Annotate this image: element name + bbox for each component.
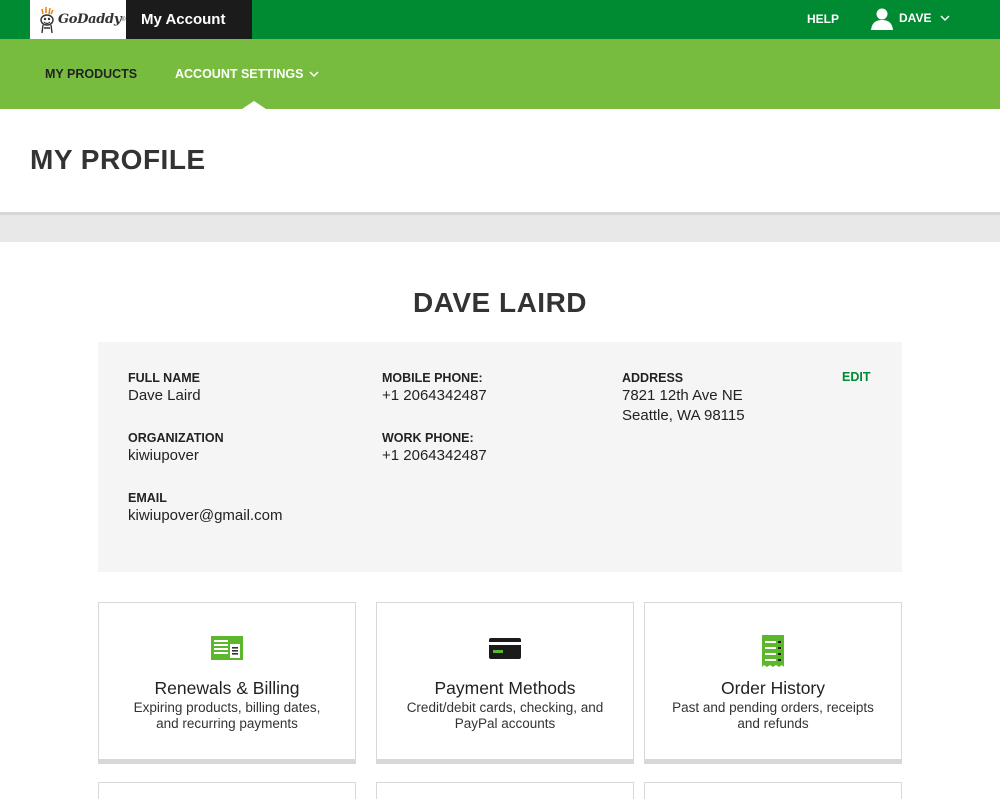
address-line-2: Seattle, WA 98115: [622, 407, 745, 424]
card-title: Payment Methods: [434, 678, 576, 698]
help-link[interactable]: HELP: [807, 12, 839, 26]
user-name: DAVE: [899, 11, 932, 25]
work-phone-label: WORK PHONE:: [382, 431, 474, 445]
address-field: ADDRESS 7821 12th Ave NE Seattle, WA 981…: [622, 370, 745, 426]
top-bar: GoDaddy ® My Account HELP DAVE: [0, 0, 1000, 39]
work-phone-value: +1 2064342487: [382, 447, 487, 464]
payment-methods-card[interactable]: Payment Methods Credit/debit cards, chec…: [376, 602, 634, 764]
full-name-field: FULL NAME Dave Laird: [128, 370, 201, 406]
email-field: EMAIL kiwiupover@gmail.com: [128, 490, 282, 526]
organization-value: kiwiupover: [128, 447, 199, 464]
divider-band: [0, 212, 1000, 242]
nav-my-products[interactable]: MY PRODUCTS: [45, 67, 137, 81]
card-icon-wrap: [645, 635, 901, 667]
card-description-line: PayPal accounts: [454, 716, 556, 731]
card-partial[interactable]: [376, 782, 634, 799]
email-label: EMAIL: [128, 491, 167, 505]
chevron-down-icon: [940, 15, 950, 22]
renewals-billing-card[interactable]: Renewals & Billing Expiring products, bi…: [98, 602, 356, 764]
profile-name-heading: DAVE LAIRD: [412, 287, 588, 318]
card-description-line: and refunds: [737, 716, 809, 731]
godaddy-logo[interactable]: GoDaddy ®: [30, 0, 126, 39]
organization-field: ORGANIZATION kiwiupover: [128, 430, 224, 466]
mobile-phone-label: MOBILE PHONE:: [382, 371, 483, 385]
work-phone-field: WORK PHONE: +1 2064342487: [382, 430, 487, 466]
card-partial[interactable]: [98, 782, 356, 799]
page-title: MY PROFILE: [30, 144, 206, 175]
godaddy-mascot-icon: [40, 6, 54, 33]
card-description: Expiring products, billing dates, and re…: [119, 700, 335, 732]
mobile-phone-value: +1 2064342487: [382, 387, 487, 404]
nav-account-settings[interactable]: ACCOUNT SETTINGS: [175, 67, 320, 81]
logo-text: GoDaddy: [58, 12, 122, 27]
card-description-line: Expiring products, billing dates,: [133, 700, 321, 715]
organization-label: ORGANIZATION: [128, 431, 224, 445]
card-title: Order History: [720, 678, 826, 698]
sub-nav: MY PRODUCTS ACCOUNT SETTINGS: [0, 39, 1000, 109]
app-title[interactable]: My Account: [126, 0, 252, 39]
card-description-line: Credit/debit cards, checking, and: [406, 700, 604, 715]
card-icon-wrap: [99, 635, 355, 663]
logo-registered-mark: ®: [121, 16, 126, 23]
card-description-line: and recurring payments: [156, 716, 298, 731]
email-value: kiwiupover@gmail.com: [128, 507, 283, 524]
card-description: Credit/debit cards, checking, and PayPal…: [397, 700, 613, 732]
user-icon: [871, 8, 893, 30]
card-description: Past and pending orders, receipts and re…: [665, 700, 881, 732]
active-nav-pointer: [242, 101, 266, 109]
billing-icon: [211, 636, 243, 660]
user-menu[interactable]: DAVE: [870, 6, 951, 30]
address-line-1: 7821 12th Ave NE: [622, 387, 743, 404]
card-title: Renewals & Billing: [154, 678, 300, 698]
mobile-phone-field: MOBILE PHONE: +1 2064342487: [382, 370, 487, 406]
receipt-icon: [762, 635, 784, 667]
edit-profile-link[interactable]: EDIT: [842, 370, 870, 384]
card-icon-wrap: [377, 635, 633, 663]
address-label: ADDRESS: [622, 371, 684, 385]
card-description-line: Past and pending orders, receipts: [672, 700, 874, 715]
card-partial[interactable]: [644, 782, 902, 799]
full-name-label: FULL NAME: [128, 371, 200, 385]
chevron-down-icon: [309, 71, 320, 78]
full-name-value: Dave Laird: [128, 387, 201, 404]
profile-info-panel: FULL NAME Dave Laird ORGANIZATION kiwiup…: [98, 342, 902, 572]
nav-account-settings-label: ACCOUNT SETTINGS: [175, 67, 304, 81]
order-history-card[interactable]: Order History Past and pending orders, r…: [644, 602, 902, 764]
credit-card-icon: [489, 638, 521, 659]
